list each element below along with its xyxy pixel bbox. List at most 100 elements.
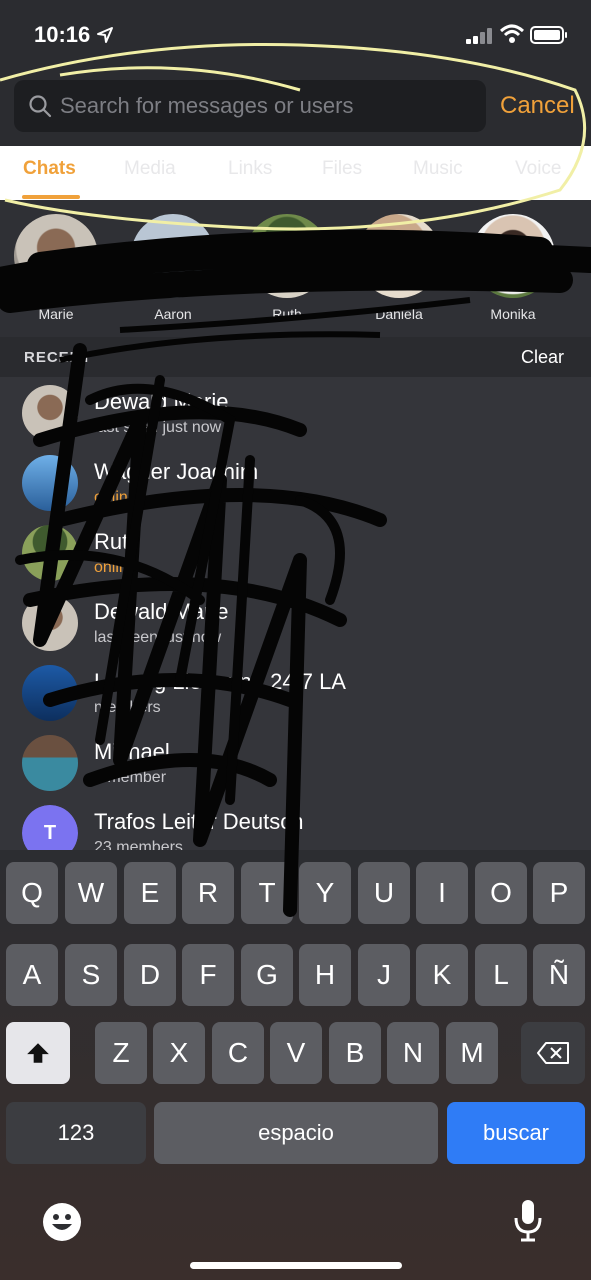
key-i[interactable]: I [416,862,468,924]
list-item-name: Michael [94,739,170,764]
clear-button[interactable]: Clear [521,347,564,368]
key-o[interactable]: O [475,862,527,924]
key-n-tilde[interactable]: Ñ [533,944,585,1006]
emoji-icon[interactable] [42,1202,82,1242]
search-bar: Cancel [0,70,591,145]
key-k[interactable]: K [416,944,468,1006]
key-l[interactable]: L [475,944,527,1006]
key-q[interactable]: Q [6,862,58,924]
cellular-signal-icon [466,28,492,44]
contact-name: Monika [490,306,536,322]
key-t[interactable]: T [241,862,293,924]
tab-files[interactable]: Files [322,158,362,180]
key-b[interactable]: B [329,1022,381,1084]
list-item[interactable]: Dewald Marie last seen just now [0,587,591,657]
list-item-status: last seen just now [94,629,222,646]
recent-list: Dewald Marie last seen just now Wagner J… [0,377,591,850]
home-indicator[interactable] [190,1262,402,1269]
key-z[interactable]: Z [95,1022,147,1084]
key-a[interactable]: A [6,944,58,1006]
status-time: 10:16 [34,22,91,47]
list-item-name: Dewald Marie [94,599,229,624]
cancel-button[interactable]: Cancel [500,92,575,120]
contact-daniela[interactable]: Daniela [354,214,444,322]
avatar [245,214,329,298]
contact-marie[interactable]: Marie [11,214,101,322]
contact-ruth[interactable]: Ruth [242,214,332,322]
key-x[interactable]: X [153,1022,205,1084]
search-box[interactable] [14,80,486,132]
list-item[interactable]: Dewald Marie last seen just now [0,377,591,447]
contact-name: Marie [38,306,74,322]
key-c[interactable]: C [212,1022,264,1084]
contact-aaron[interactable]: Aaron [128,214,218,322]
microphone-icon[interactable] [512,1198,544,1242]
tab-chats[interactable]: Chats [23,158,76,180]
space-key[interactable]: espacio [154,1102,438,1164]
list-item-name: Ruth [94,529,141,554]
avatar [22,595,78,651]
avatar [22,735,78,791]
contact-name: Aaron [154,306,192,322]
list-item-status: last seen just now [94,419,222,436]
key-n[interactable]: N [387,1022,439,1084]
tab-voice[interactable]: Voice [515,158,561,180]
list-item-status: online [94,489,137,506]
key-j[interactable]: J [358,944,410,1006]
list-item-name: Trafos Leiter Deutsch [94,809,304,834]
list-item-status: 23 members [94,839,183,850]
tab-music[interactable]: Music [413,158,463,180]
keyboard: Q W E R T Y U I O P A S D F G H J K L Ñ … [0,850,591,1280]
avatar [22,525,78,581]
active-tab-indicator [22,195,80,199]
numbers-key[interactable]: 123 [6,1102,146,1164]
contact-name: Ruth [272,306,302,322]
avatar [14,214,98,298]
key-g[interactable]: G [241,944,293,1006]
frequent-contacts: Marie Aaron Ruth Daniela Monika [0,200,591,337]
list-item[interactable]: Leitung Lieferung 24/7 LA members [0,657,591,727]
shift-key[interactable] [6,1022,70,1084]
list-item-name: Leitung Lieferung 24/7 LA [94,669,346,694]
search-input[interactable] [60,80,470,132]
delete-key[interactable] [521,1022,585,1084]
key-m[interactable]: M [446,1022,498,1084]
contact-monika[interactable]: Monika [468,214,558,322]
key-u[interactable]: U [358,862,410,924]
key-d[interactable]: D [124,944,176,1006]
list-item[interactable]: Wagner Joachim online [0,447,591,517]
avatar [131,214,215,298]
list-item-name: Wagner Joachim [94,459,259,484]
list-item[interactable]: Michael 1 member [0,727,591,797]
avatar [22,665,78,721]
key-y[interactable]: Y [299,862,351,924]
avatar [22,455,78,511]
section-title: RECENT [24,349,92,366]
recent-header: RECENT Clear [0,337,591,377]
avatar [357,214,441,298]
key-f[interactable]: F [182,944,234,1006]
key-s[interactable]: S [65,944,117,1006]
list-item[interactable]: Ruth online [0,517,591,587]
contact-name: Daniela [375,306,423,322]
list-item-name: Dewald Marie [94,389,229,414]
location-arrow-icon [97,27,113,43]
key-e[interactable]: E [124,862,176,924]
shift-arrow-icon [27,1043,49,1063]
wifi-icon [500,24,524,43]
key-r[interactable]: R [182,862,234,924]
letter-avatar: T [22,805,78,850]
key-w[interactable]: W [65,862,117,924]
list-item[interactable]: T Trafos Leiter Deutsch 23 members [0,797,591,850]
search-icon [29,95,52,118]
tab-media[interactable]: Media [124,158,176,180]
key-v[interactable]: V [270,1022,322,1084]
list-item-status: members [94,699,161,716]
key-h[interactable]: H [299,944,351,1006]
search-key[interactable]: buscar [447,1102,585,1164]
tab-links[interactable]: Links [228,158,272,180]
avatar [22,385,78,441]
avatar: T [22,805,78,850]
key-p[interactable]: P [533,862,585,924]
list-item-status: 1 member [94,769,167,786]
